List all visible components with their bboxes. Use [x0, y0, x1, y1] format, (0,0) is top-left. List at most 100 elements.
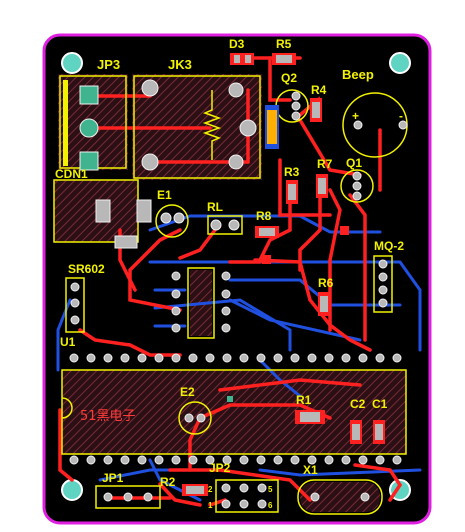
u1-pin-bottom-5 — [137, 455, 147, 465]
jk3-pad-3 — [239, 119, 257, 137]
rl-pad-2 — [228, 219, 240, 231]
label-u1: U1 — [60, 335, 76, 349]
u1-pin-top-16 — [324, 353, 334, 363]
jp1-pin-2 — [123, 492, 133, 502]
jp2-pin-top-3 — [257, 483, 267, 493]
label-beep-minus: - — [399, 109, 403, 123]
jp2-pin-bottom-3 — [257, 499, 267, 509]
mq2-pad-3 — [378, 285, 388, 295]
ic-pad-l4 — [171, 323, 181, 333]
label-sr602: SR602 — [68, 262, 105, 276]
x1-pad-1 — [310, 492, 320, 502]
u1-pin-top-13 — [273, 353, 283, 363]
u1-pin-top-5 — [137, 353, 147, 363]
u1-pin-bottom-19 — [375, 455, 385, 465]
e2-pad-1 — [184, 413, 194, 423]
label-mq2: MQ-2 — [374, 239, 404, 253]
r5-part — [272, 53, 296, 65]
u1-pin-top-14 — [290, 353, 300, 363]
sr602-pad-3 — [70, 315, 80, 325]
u1-pin-top-3 — [103, 353, 113, 363]
mq2-pad-1 — [378, 259, 388, 269]
ic-pad-l1 — [171, 271, 181, 281]
q1-pad-3 — [352, 191, 362, 201]
label-jp1: JP1 — [102, 471, 124, 485]
label-c1: C1 — [372, 397, 388, 411]
label-q2: Q2 — [281, 71, 297, 85]
u1-pin-top-8 — [188, 353, 198, 363]
mq2-pad-2 — [378, 272, 388, 282]
q1-pad-2 — [352, 181, 362, 191]
cdn1-pad-1 — [95, 199, 111, 223]
r1-part — [295, 410, 325, 424]
sr602-pad-1 — [70, 282, 80, 292]
jp2-pin-bottom-1 — [221, 499, 231, 509]
label-jk3: JK3 — [168, 57, 192, 72]
u1-pin-bottom-16 — [324, 455, 334, 465]
label-r5: R5 — [276, 37, 292, 51]
u1-pin-top-11 — [239, 353, 249, 363]
u1-pin-top-18 — [358, 353, 368, 363]
u1-pin-top-19 — [375, 353, 385, 363]
label-x1: X1 — [303, 463, 318, 477]
label-cdn1: CDN1 — [55, 167, 88, 181]
r6-part — [318, 292, 330, 316]
label-pin5: 5 — [268, 485, 273, 494]
jp3-pad-2 — [79, 118, 99, 138]
mounting-hole-tr — [389, 52, 411, 74]
q1-pad-1 — [352, 171, 362, 181]
q2-pad-3 — [291, 111, 301, 121]
u1-pin-top-6 — [154, 353, 164, 363]
rl-pad-1 — [210, 219, 222, 231]
u1-pin-top-7 — [171, 353, 181, 363]
r7-part — [316, 174, 328, 198]
cdn1-pad-2 — [136, 199, 152, 223]
u1-pin-top-17 — [341, 353, 351, 363]
c1-part — [373, 420, 385, 444]
r2-part — [182, 484, 208, 496]
label-chip-text: 51黑电子 — [80, 409, 136, 424]
label-e2: E2 — [180, 385, 195, 399]
label-r1: R1 — [296, 393, 312, 407]
u1-pin-bottom-12 — [256, 455, 266, 465]
jk3-pad-2 — [141, 153, 159, 171]
jp2-pin-top-2 — [239, 483, 249, 493]
label-pin1: 1 — [208, 501, 213, 510]
jp3-header-bar — [63, 80, 68, 166]
d3-part — [230, 53, 254, 65]
jp1-pins — [103, 492, 153, 502]
label-r6: R6 — [318, 276, 334, 290]
u1-pin-bottom-1 — [69, 455, 79, 465]
u1-pin-bottom-18 — [358, 455, 368, 465]
sr602-pad-2 — [70, 298, 80, 308]
u1-pin-bottom-17 — [341, 455, 351, 465]
label-r4: R4 — [311, 83, 327, 97]
u1-pin-bottom-14 — [290, 455, 300, 465]
ic-pad-l3 — [171, 306, 181, 316]
q2-pad-2 — [291, 101, 301, 111]
jp2-pin-bottom-2 — [239, 499, 249, 509]
ic-pad-r1 — [221, 271, 231, 281]
ic-pad-r4 — [221, 323, 231, 333]
jp1-pin-3 — [143, 492, 153, 502]
label-jp3: JP3 — [97, 57, 120, 72]
label-r8: R8 — [256, 209, 272, 223]
q2-pad-1 — [291, 91, 301, 101]
jk3-pad-4 — [228, 82, 244, 98]
label-e1: E1 — [157, 188, 172, 202]
u1-pin-top-20 — [392, 353, 402, 363]
u1-pin-bottom-3 — [103, 455, 113, 465]
jp1-pin-1 — [103, 492, 113, 502]
u1-pin-bottom-13 — [273, 455, 283, 465]
label-r7: R7 — [317, 157, 333, 171]
u1-pin-bottom-6 — [154, 455, 164, 465]
label-c2: C2 — [350, 397, 366, 411]
pcb-layout: JP3 JK3 D3 R5 Beep + - Q2 R4 CDN1 R3 R7 … — [42, 33, 432, 525]
label-beep-plus: + — [352, 109, 359, 123]
u1-pin-bottom-7 — [171, 455, 181, 465]
label-beep: Beep — [342, 67, 374, 82]
e1-pad-2 — [173, 212, 185, 224]
jk3-pad-5 — [228, 154, 244, 170]
r3-part — [286, 180, 298, 204]
u1-pin-top-12 — [256, 353, 266, 363]
